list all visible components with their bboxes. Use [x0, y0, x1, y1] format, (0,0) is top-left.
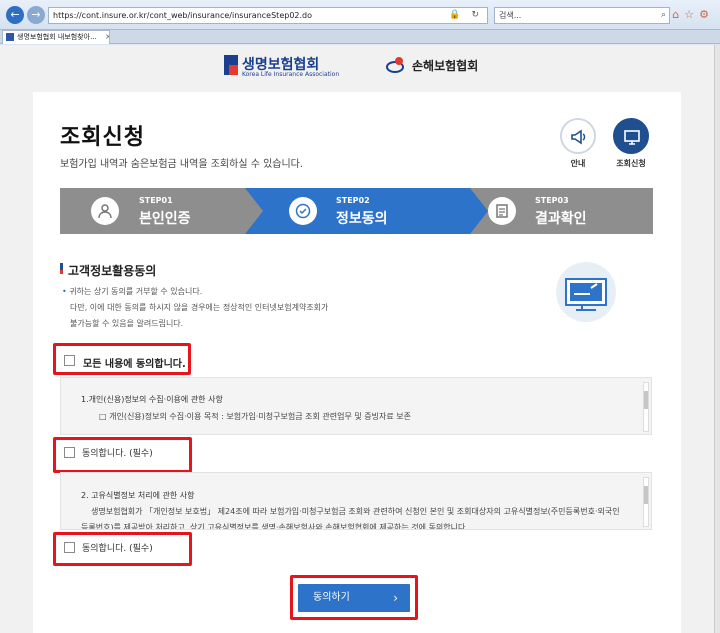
- terms-box-1[interactable]: 1.개인(신용)정보의 수집·이용에 관한 사항 □ 개인(신용)정보의 수집·…: [60, 377, 652, 435]
- tab-strip: 생명보험협회 내보험찾아... ×: [0, 30, 720, 44]
- notice-line-3: 불가능할 수 있음을 알려드립니다.: [70, 319, 184, 328]
- section-title: 고객정보활용동의: [68, 264, 157, 278]
- step2-icon-wrap: [289, 197, 317, 225]
- notice-line-2: 다만, 이에 대한 동의를 하시지 않을 경우에는 정상적인 인터넷보험계약조회…: [70, 303, 329, 312]
- computer-illustration-icon: [565, 278, 607, 311]
- term2-agree-checkbox[interactable]: [64, 542, 75, 553]
- megaphone-icon: [571, 129, 586, 145]
- browser-toolbar: ← → https://cont.insure.or.kr/cont_web/i…: [0, 0, 720, 30]
- monitor-illustration: [556, 262, 616, 322]
- step2-number: STEP02: [336, 196, 370, 205]
- browser-tab[interactable]: 생명보험협회 내보험찾아... ×: [2, 30, 110, 44]
- nonlife-logo-mark-icon: [386, 57, 404, 73]
- section-marker: [60, 263, 63, 274]
- notice-line-1: 귀하는 상기 동의를 거부할 수 있습니다.: [69, 287, 203, 296]
- term2-body-line1: 생명보험협회가 「개인정보 보호법」 제24조에 따라 보험가입·미청구보험금 …: [91, 507, 620, 516]
- agree-all-label[interactable]: 모든 내용에 동의합니다.: [83, 355, 186, 370]
- search-input[interactable]: 검색... ⌕: [494, 7, 670, 24]
- back-button[interactable]: ←: [6, 6, 24, 24]
- step-arrow: [470, 188, 488, 234]
- terms-2-scrollbar[interactable]: [643, 477, 649, 527]
- address-bar[interactable]: https://cont.insure.or.kr/cont_web/insur…: [48, 7, 488, 24]
- submit-label: 동의하기: [313, 592, 350, 603]
- term1-agree-checkbox[interactable]: [64, 447, 75, 458]
- monitor-icon: [624, 130, 640, 145]
- person-icon: [98, 204, 112, 219]
- step3-icon-wrap: [488, 197, 516, 225]
- document-icon: [496, 204, 508, 218]
- term2-body-line2: 등록번호)를 제공받아 처리하고, 상기 고유식별정보를 생명·손해보험사와 손…: [81, 523, 468, 530]
- chevron-right-icon: ›: [393, 591, 398, 605]
- term1-agree-label[interactable]: 동의합니다. (필수): [82, 446, 153, 459]
- request-label: 조회신청: [616, 159, 646, 168]
- page-title: 조회신청: [60, 125, 145, 150]
- guide-label: 안내: [570, 159, 586, 168]
- agree-submit-button[interactable]: 동의하기 ›: [298, 584, 410, 612]
- browser-menu-icons[interactable]: ⌂☆⚙: [672, 8, 714, 21]
- site-favicon-icon: [6, 33, 14, 41]
- term2-heading: 2. 고유식별정보 처리에 관한 사항: [81, 491, 195, 500]
- check-circle-icon: [295, 203, 311, 219]
- search-icon[interactable]: ⌕: [661, 8, 666, 23]
- step3-name: 결과확인: [535, 211, 587, 227]
- agree-all-checkbox[interactable]: [64, 355, 75, 366]
- tab-title: 생명보험협회 내보험찾아...: [17, 33, 97, 41]
- life-logo-mark-icon: [224, 55, 238, 75]
- step1-number: STEP01: [139, 196, 173, 205]
- nonlife-logo-text: 손해보험협회: [412, 59, 479, 73]
- request-button[interactable]: [613, 118, 649, 154]
- step-arrow: [245, 188, 263, 234]
- terms-box-2[interactable]: 2. 고유식별정보 처리에 관한 사항 생명보험협회가 「개인정보 보호법」 제…: [60, 472, 652, 530]
- search-placeholder: 검색...: [499, 11, 522, 20]
- step-progress: STEP01 본인인증 STEP02 정보동의 STEP03 결과확인: [60, 188, 653, 234]
- step1-icon-wrap: [91, 197, 119, 225]
- terms-1-scrollbar[interactable]: [643, 382, 649, 432]
- address-url: https://cont.insure.or.kr/cont_web/insur…: [53, 11, 313, 20]
- step1-name: 본인인증: [139, 211, 191, 227]
- step3-number: STEP03: [535, 196, 569, 205]
- consent-notice: • 귀하는 상기 동의를 거부할 수 있습니다. 다만, 이에 대한 동의를 하…: [62, 284, 328, 332]
- tab-close-icon[interactable]: ×: [105, 31, 109, 43]
- term1-heading: 1.개인(신용)정보의 수집·이용에 관한 사항: [81, 395, 223, 404]
- address-icons[interactable]: 🔒 ↻: [449, 8, 483, 23]
- term2-agree-label[interactable]: 동의합니다. (필수): [82, 541, 153, 554]
- page-subtitle: 보험가입 내역과 숨은보험금 내역을 조회하실 수 있습니다.: [60, 159, 304, 170]
- guide-button[interactable]: [560, 118, 596, 154]
- term1-body: □ 개인(신용)정보의 수집·이용 목적 : 보험가입·미청구보험금 조회 관련…: [99, 412, 411, 421]
- forward-button[interactable]: →: [27, 6, 45, 24]
- page-scrollbar[interactable]: [714, 45, 720, 633]
- life-logo-subtext: Korea Life Insurance Association: [242, 71, 340, 78]
- step2-name: 정보동의: [336, 211, 388, 227]
